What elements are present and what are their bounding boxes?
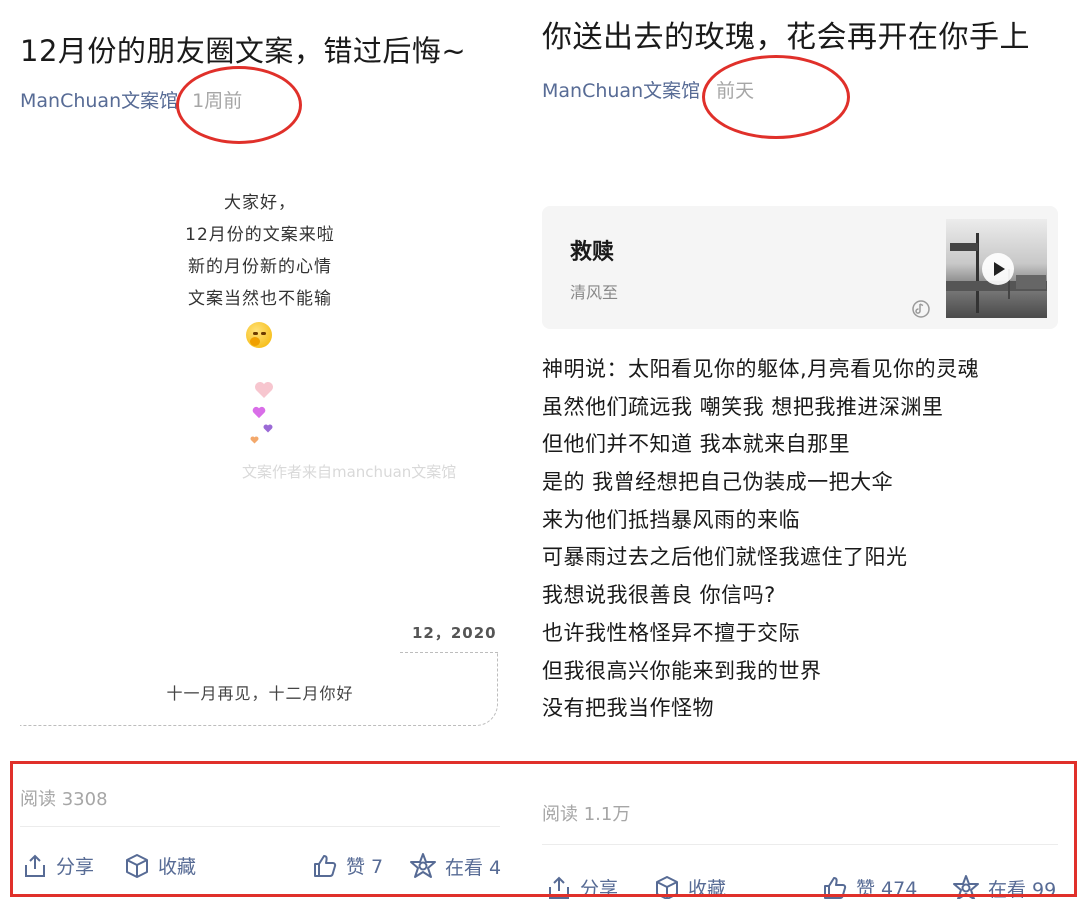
poem-line: 神明说：太阳看见你的躯体,月亮看见你的灵魂 xyxy=(542,357,980,381)
poem-line: 但他们并不知道 我本就来自那里 xyxy=(542,432,851,457)
poem-line: 我想说我很善良 你信吗? xyxy=(542,583,776,608)
intro-line: 新的月份新的心情 xyxy=(188,257,332,277)
music-note-icon xyxy=(912,300,930,318)
thinking-face-icon xyxy=(246,322,272,348)
watermark-text: 文案作者来自manchuan文案馆 xyxy=(242,463,457,481)
poem-line: 是的 我曾经想把自己伪装成一把大伞 xyxy=(542,470,894,495)
violet-heart-icon xyxy=(263,424,273,433)
annotation-circle xyxy=(702,55,850,139)
author-link[interactable]: ManChuan文案馆 xyxy=(20,90,178,112)
intro-line: 大家好， xyxy=(224,193,296,213)
article-title: 12月份的朋友圈文案，错过后悔~ xyxy=(20,34,467,68)
song-title: 救赎 xyxy=(570,240,615,265)
orange-heart-icon xyxy=(250,436,259,444)
intro-line: 12月份的文案来啦 xyxy=(185,225,335,245)
dashed-caption: 十一月再见，十二月你好 xyxy=(166,684,354,703)
poem-line: 没有把我当作怪物 xyxy=(542,696,714,721)
pink-heart-icon xyxy=(255,382,273,398)
poem-line: 也许我性格怪异不擅于交际 xyxy=(542,620,800,645)
intro-line: 文案当然也不能输 xyxy=(188,289,332,309)
album-cover[interactable] xyxy=(946,219,1047,318)
poem-line: 虽然他们疏远我 嘲笑我 想把我推进深渊里 xyxy=(542,394,944,419)
poem-text: 神明说：太阳看见你的躯体,月亮看见你的灵魂 虽然他们疏远我 嘲笑我 想把我推进深… xyxy=(542,351,979,728)
music-card[interactable]: 救赎 清风至 xyxy=(542,206,1058,329)
annotation-circle xyxy=(176,66,302,144)
article-title: 你送出去的玫瑰，花会再开在你手上 xyxy=(542,20,1030,55)
author-link[interactable]: ManChuan文案馆 xyxy=(542,80,700,102)
poem-line: 来为他们抵挡暴风雨的来临 xyxy=(542,507,800,532)
intro-text: 大家好， 12月份的文案来啦 新的月份新的心情 文案当然也不能输 xyxy=(0,187,520,315)
poem-line: 但我很高兴你能来到我的世界 xyxy=(542,658,822,683)
purple-heart-icon xyxy=(252,406,266,419)
annotation-rectangle xyxy=(10,761,1077,897)
song-artist: 清风至 xyxy=(570,283,619,302)
date-label: 12，2020 xyxy=(412,624,497,642)
poem-line: 可暴雨过去之后他们就怪我遮住了阳光 xyxy=(542,545,908,570)
play-button[interactable] xyxy=(982,253,1014,285)
